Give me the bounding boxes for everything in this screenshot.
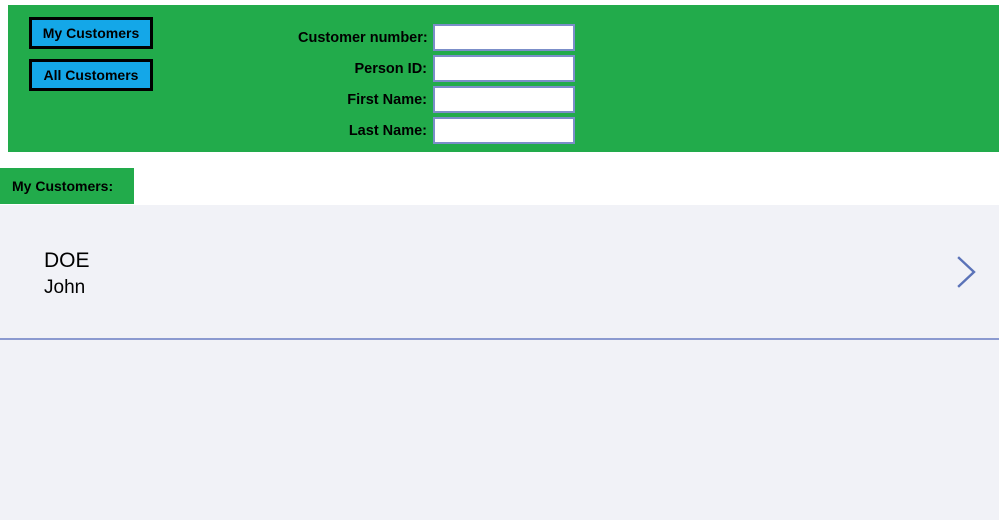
- customer-search-form: Customer number: Person ID: First Name: …: [298, 24, 575, 148]
- first-name-input[interactable]: [433, 86, 575, 113]
- person-id-label: Person ID:: [354, 60, 427, 77]
- list-item-last-name: DOE: [44, 249, 90, 272]
- results-section-tab: My Customers:: [0, 168, 134, 204]
- customer-number-label: Customer number:: [298, 29, 428, 46]
- customer-results-list: DOE John: [0, 205, 999, 520]
- person-id-row: Person ID:: [298, 55, 575, 82]
- list-item[interactable]: DOE John: [0, 205, 999, 340]
- last-name-input[interactable]: [433, 117, 575, 144]
- my-customers-button[interactable]: My Customers: [29, 17, 153, 49]
- list-item-name-block: DOE John: [44, 247, 90, 301]
- search-panel: My Customers All Customers Customer numb…: [8, 5, 999, 152]
- first-name-row: First Name:: [298, 86, 575, 113]
- last-name-row: Last Name:: [298, 117, 575, 144]
- customer-scope-buttons: My Customers All Customers: [29, 17, 169, 101]
- customer-number-input[interactable]: [433, 24, 575, 51]
- list-item-first-name: John: [44, 277, 86, 298]
- customer-search-screen: My Customers All Customers Customer numb…: [0, 0, 999, 520]
- chevron-right-icon[interactable]: [951, 250, 981, 294]
- person-id-input[interactable]: [433, 55, 575, 82]
- first-name-label: First Name:: [347, 91, 427, 108]
- last-name-label: Last Name:: [348, 122, 427, 139]
- customer-number-row: Customer number:: [298, 24, 575, 51]
- all-customers-button[interactable]: All Customers: [29, 59, 153, 91]
